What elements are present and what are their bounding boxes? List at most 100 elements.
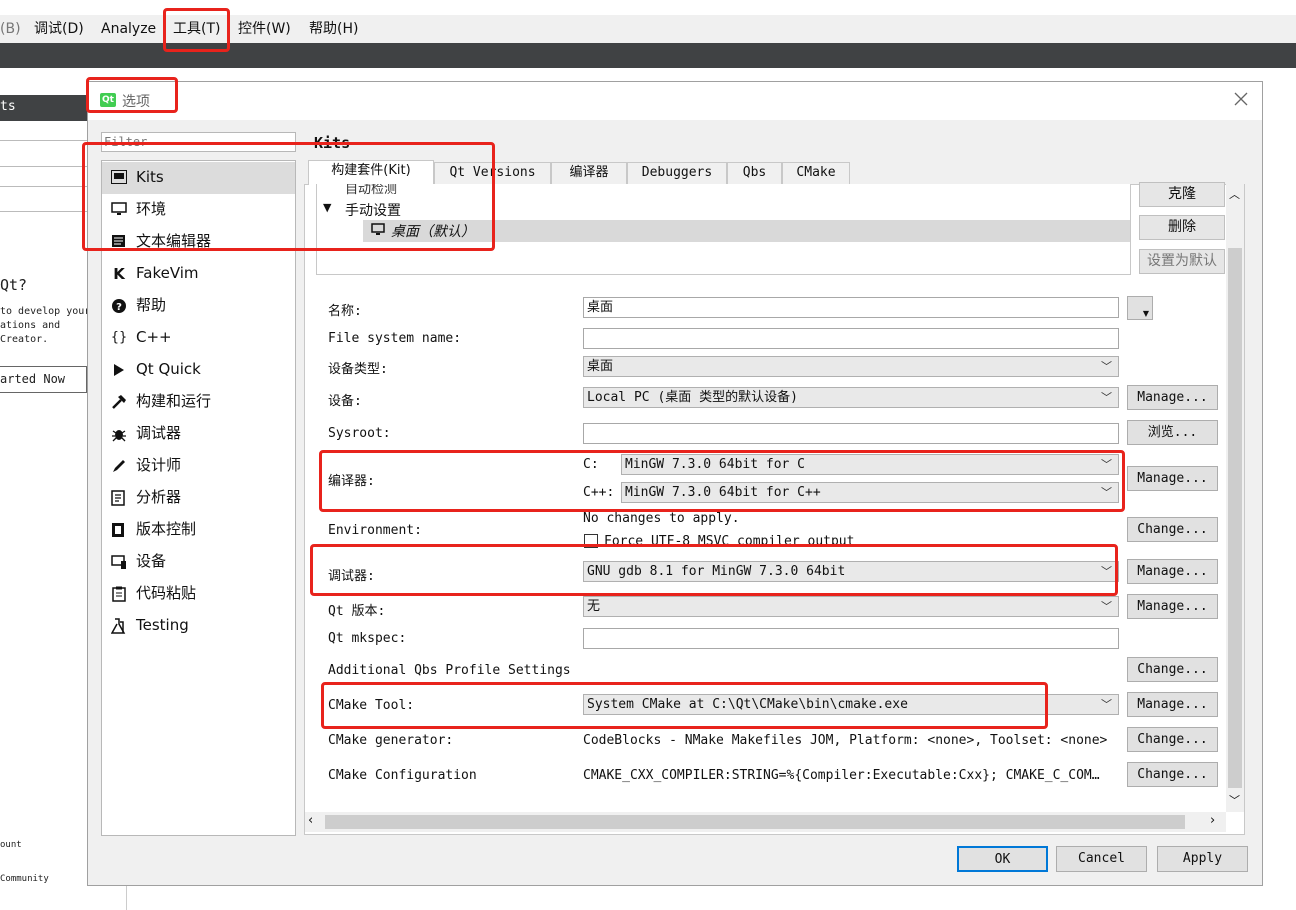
divider xyxy=(0,140,87,141)
qt-version-select[interactable]: 无 ﹀ xyxy=(583,596,1119,617)
clone-button[interactable]: 克隆 xyxy=(1139,182,1225,207)
force-utf8-checkbox[interactable] xyxy=(584,534,598,548)
environment-change-button[interactable]: Change... xyxy=(1127,517,1218,542)
debugger-manage-button[interactable]: Manage... xyxy=(1127,559,1218,584)
scrollbar-thumb[interactable] xyxy=(325,815,1185,829)
cmake-tool-select[interactable]: System CMake at C:\Qt\CMake\bin\cmake.ex… xyxy=(583,694,1119,715)
sysroot-field[interactable] xyxy=(583,423,1119,444)
qt-quick-icon xyxy=(110,362,128,378)
compiler-manage-button[interactable]: Manage... xyxy=(1127,466,1218,491)
sidebar-item-analyzer[interactable]: 分析器 xyxy=(102,482,295,514)
force-utf8-label[interactable]: Force UTF-8 MSVC compiler output xyxy=(604,534,854,546)
menu-widgets[interactable]: 控件(W) xyxy=(238,15,291,43)
cmake-tool-label: CMake Tool: xyxy=(328,698,415,713)
chevron-down-icon[interactable]: ▼ xyxy=(323,201,331,214)
debugger-select[interactable]: GNU gdb 8.1 for MinGW 7.3.0 64bit ﹀ xyxy=(583,561,1119,582)
chevron-right-icon[interactable]: › xyxy=(1210,813,1215,828)
menu-analyze[interactable]: Analyze xyxy=(101,15,156,43)
sidebar-item-label: 文本编辑器 xyxy=(136,232,212,250)
sidebar-item-text-editor[interactable]: 文本编辑器 xyxy=(102,226,295,258)
kit-icon-button[interactable]: ▼ xyxy=(1127,296,1153,320)
version-control-icon xyxy=(110,522,128,538)
device-type-select[interactable]: 桌面 ﹀ xyxy=(583,356,1119,377)
monitor-icon xyxy=(110,202,128,218)
tab-qbs[interactable]: Qbs xyxy=(727,162,782,184)
sidebar-item-environment[interactable]: 环境 xyxy=(102,194,295,226)
sidebar-item-label: 调试器 xyxy=(136,424,182,442)
toolbar-strip xyxy=(0,43,1296,68)
browse-button[interactable]: 浏览... xyxy=(1127,420,1218,445)
sidebar-item-build-run[interactable]: 构建和运行 xyxy=(102,386,295,418)
sidebar-item-fakevim[interactable]: K FakeVim xyxy=(102,258,295,290)
chevron-down-icon[interactable]: ﹀ xyxy=(1229,792,1240,808)
sidebar-item-label: 设备 xyxy=(136,552,167,570)
tree-item-manual[interactable]: 手动设置 xyxy=(345,200,401,220)
scrollbar-thumb[interactable] xyxy=(1228,248,1242,788)
sidebar-item-label: Qt Quick xyxy=(136,360,201,378)
cmake-generator-label: CMake generator: xyxy=(328,733,454,748)
menu-help[interactable]: 帮助(H) xyxy=(309,15,358,43)
help-icon: ? xyxy=(110,298,128,314)
ok-button[interactable]: OK xyxy=(957,846,1048,872)
vertical-scrollbar[interactable]: ︿ ﹀ xyxy=(1226,184,1244,812)
horizontal-scrollbar[interactable]: ‹ › xyxy=(305,812,1226,832)
sidebar-item-version-control[interactable]: 版本控制 xyxy=(102,514,295,546)
divider xyxy=(0,211,87,212)
set-default-button[interactable]: 设置为默认 xyxy=(1139,249,1225,274)
welcome-desc-1: to develop your xyxy=(0,306,91,317)
flask-icon xyxy=(110,618,128,634)
device-select[interactable]: Local PC (桌面 类型的默认设备) ﹀ xyxy=(583,387,1119,408)
divider xyxy=(0,166,87,167)
compiler-cpp-select[interactable]: MinGW 7.3.0 64bit for C++ ﹀ xyxy=(621,482,1119,503)
sidebar-item-designer[interactable]: 设计师 xyxy=(102,450,295,482)
tab-compilers[interactable]: 编译器 xyxy=(551,162,627,184)
filter-input[interactable]: Filter xyxy=(101,132,296,152)
qbs-change-button[interactable]: Change... xyxy=(1127,657,1218,682)
name-field[interactable]: 桌面 xyxy=(583,297,1119,318)
sidebar-item-label: FakeVim xyxy=(136,264,199,282)
get-started-button[interactable]: arted Now xyxy=(0,366,87,393)
sidebar-item-debugger[interactable]: 调试器 xyxy=(102,418,295,450)
chevron-down-icon: ﹀ xyxy=(1101,600,1112,613)
device-manage-button[interactable]: Manage... xyxy=(1127,385,1218,410)
cmake-config-change-button[interactable]: Change... xyxy=(1127,762,1218,787)
delete-button[interactable]: 删除 xyxy=(1139,215,1225,240)
chevron-down-icon: ﹀ xyxy=(1101,565,1112,578)
svg-text:?: ? xyxy=(116,302,122,313)
account-link[interactable]: ount xyxy=(0,840,22,850)
sidebar-item-kits[interactable]: Kits xyxy=(102,162,295,194)
kit-tree[interactable]: 自动检测 ▼ 手动设置 桌面（默认） xyxy=(316,184,1131,275)
sidebar-item-code-paste[interactable]: 代码粘贴 xyxy=(102,578,295,610)
cancel-button[interactable]: Cancel xyxy=(1056,846,1147,872)
tab-kits[interactable]: 构建套件(Kit) xyxy=(308,160,434,185)
menu-build[interactable]: (B) xyxy=(0,15,21,43)
close-icon[interactable] xyxy=(1232,90,1250,108)
tab-cmake[interactable]: CMake xyxy=(782,162,850,184)
chevron-up-icon[interactable]: ︿ xyxy=(1229,186,1240,202)
tree-item-auto-detected[interactable]: 自动检测 xyxy=(345,184,397,197)
compiler-c-select[interactable]: MinGW 7.3.0 64bit for C ﹀ xyxy=(621,454,1119,475)
welcome-heading: Qt? xyxy=(0,276,28,294)
apply-button[interactable]: Apply xyxy=(1157,846,1248,872)
mkspec-field[interactable] xyxy=(583,628,1119,649)
tree-item-selected-kit[interactable]: 桌面（默认） xyxy=(363,220,1130,242)
qt-version-label: Qt 版本: xyxy=(328,604,386,619)
sidebar-item-cpp[interactable]: {} C++ xyxy=(102,322,295,354)
menu-debug[interactable]: 调试(D) xyxy=(34,15,84,43)
sidebar-item-devices[interactable]: 设备 xyxy=(102,546,295,578)
chevron-left-icon[interactable]: ‹ xyxy=(308,813,313,828)
qt-version-manage-button[interactable]: Manage... xyxy=(1127,594,1218,619)
tab-qt-versions[interactable]: Qt Versions xyxy=(434,162,551,184)
sidebar-item-testing[interactable]: Testing xyxy=(102,610,295,642)
fs-name-field[interactable] xyxy=(583,328,1119,349)
cmake-tool-manage-button[interactable]: Manage... xyxy=(1127,692,1218,717)
sidebar-item-help[interactable]: ? 帮助 xyxy=(102,290,295,322)
menu-bar: (B) 调试(D) Analyze 工具(T) 控件(W) 帮助(H) xyxy=(0,15,1296,43)
chevron-down-icon: ﹀ xyxy=(1101,458,1112,471)
tab-debuggers[interactable]: Debuggers xyxy=(627,162,727,184)
community-link[interactable]: Community xyxy=(0,874,49,884)
cmake-generator-change-button[interactable]: Change... xyxy=(1127,727,1218,752)
menu-tools[interactable]: 工具(T) xyxy=(173,15,220,43)
qt-version-value: 无 xyxy=(587,599,601,614)
sidebar-item-qt-quick[interactable]: Qt Quick xyxy=(102,354,295,386)
